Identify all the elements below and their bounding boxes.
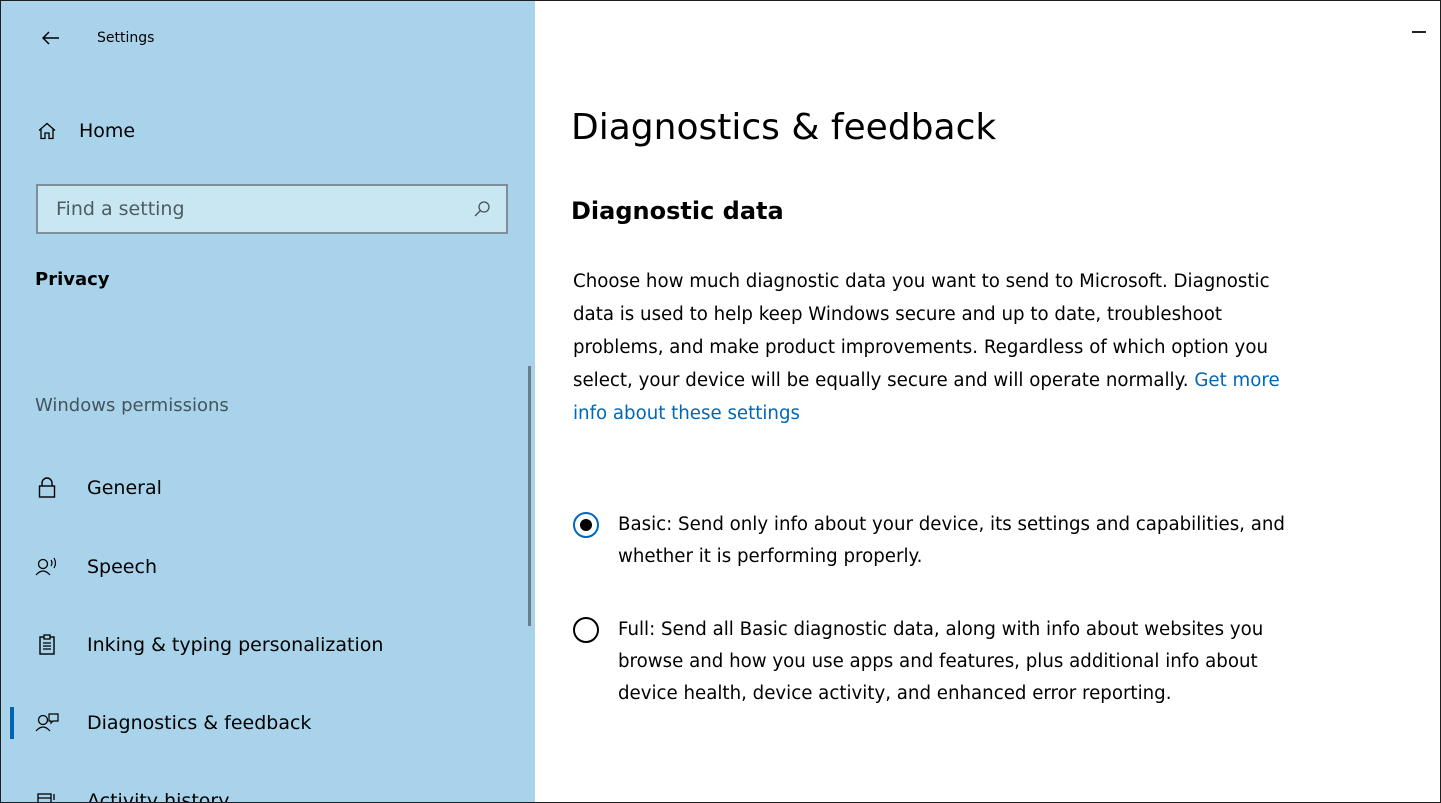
- sidebar-item-general[interactable]: General: [1, 460, 535, 516]
- sidebar-scrollbar[interactable]: [528, 366, 531, 626]
- search-icon[interactable]: [472, 199, 492, 219]
- feedback-icon: [35, 712, 59, 734]
- sidebar-item-label: General: [87, 477, 162, 499]
- group-label: Windows permissions: [35, 395, 229, 416]
- home-icon: [35, 121, 59, 141]
- minimize-icon: [1412, 31, 1426, 33]
- sidebar-item-inking-typing[interactable]: Inking & typing personalization: [1, 617, 535, 673]
- home-nav-item[interactable]: Home: [35, 111, 515, 151]
- sidebar-item-diagnostics-feedback[interactable]: Diagnostics & feedback: [1, 695, 535, 751]
- main-content: Diagnostics & feedback Diagnostic data C…: [535, 1, 1440, 802]
- sidebar-item-label: Diagnostics & feedback: [87, 712, 312, 734]
- sidebar-item-activity-history[interactable]: Activity history: [1, 773, 535, 803]
- speech-icon: [35, 556, 59, 578]
- section-title: Privacy: [35, 269, 110, 290]
- back-arrow-icon: [42, 31, 59, 45]
- search-box[interactable]: [36, 184, 508, 234]
- section-subtitle: Diagnostic data: [571, 197, 784, 225]
- sidebar: Settings Home Privacy Windows permission…: [1, 1, 535, 803]
- search-input[interactable]: [56, 198, 472, 220]
- description-text: Choose how much diagnostic data you want…: [573, 265, 1293, 430]
- sidebar-item-speech[interactable]: Speech: [1, 539, 535, 595]
- radio-label-basic: Basic: Send only info about your device,…: [618, 514, 1285, 567]
- back-button[interactable]: [31, 21, 71, 55]
- activity-history-icon: [35, 790, 59, 802]
- clipboard-icon: [35, 634, 59, 656]
- sidebar-item-label: Speech: [87, 556, 157, 578]
- active-indicator: [10, 707, 14, 739]
- settings-window: Settings Home Privacy Windows permission…: [0, 0, 1441, 803]
- minimize-button[interactable]: [1404, 17, 1434, 47]
- radio-dot: [580, 519, 592, 531]
- home-label: Home: [79, 120, 136, 142]
- radio-option-basic[interactable]: Basic: Send only info about your device,…: [573, 509, 1313, 573]
- radio-label-full: Full: Send all Basic diagnostic data, al…: [618, 619, 1264, 704]
- radio-button-full[interactable]: [573, 617, 599, 643]
- sidebar-item-label: Activity history: [87, 790, 230, 803]
- radio-button-basic[interactable]: [573, 512, 599, 538]
- page-title: Diagnostics & feedback: [571, 107, 997, 148]
- app-title: Settings: [97, 30, 155, 46]
- sidebar-item-label: Inking & typing personalization: [87, 634, 384, 656]
- title-bar: Settings: [1, 1, 535, 79]
- radio-option-full[interactable]: Full: Send all Basic diagnostic data, al…: [573, 614, 1313, 710]
- description-body: Choose how much diagnostic data you want…: [573, 271, 1270, 391]
- lock-icon: [35, 477, 59, 499]
